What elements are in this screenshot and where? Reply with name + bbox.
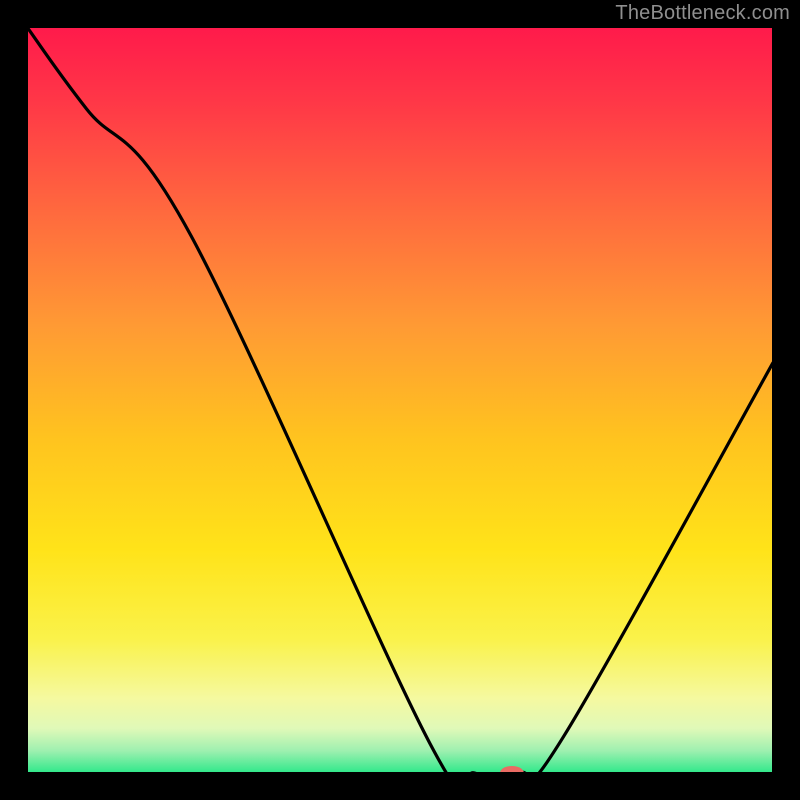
plot-background [27, 27, 773, 773]
chart-svg [0, 0, 800, 800]
watermark-text: TheBottleneck.com [615, 2, 790, 25]
chart-stage: { "watermark": "TheBottleneck.com", "cha… [0, 0, 800, 800]
